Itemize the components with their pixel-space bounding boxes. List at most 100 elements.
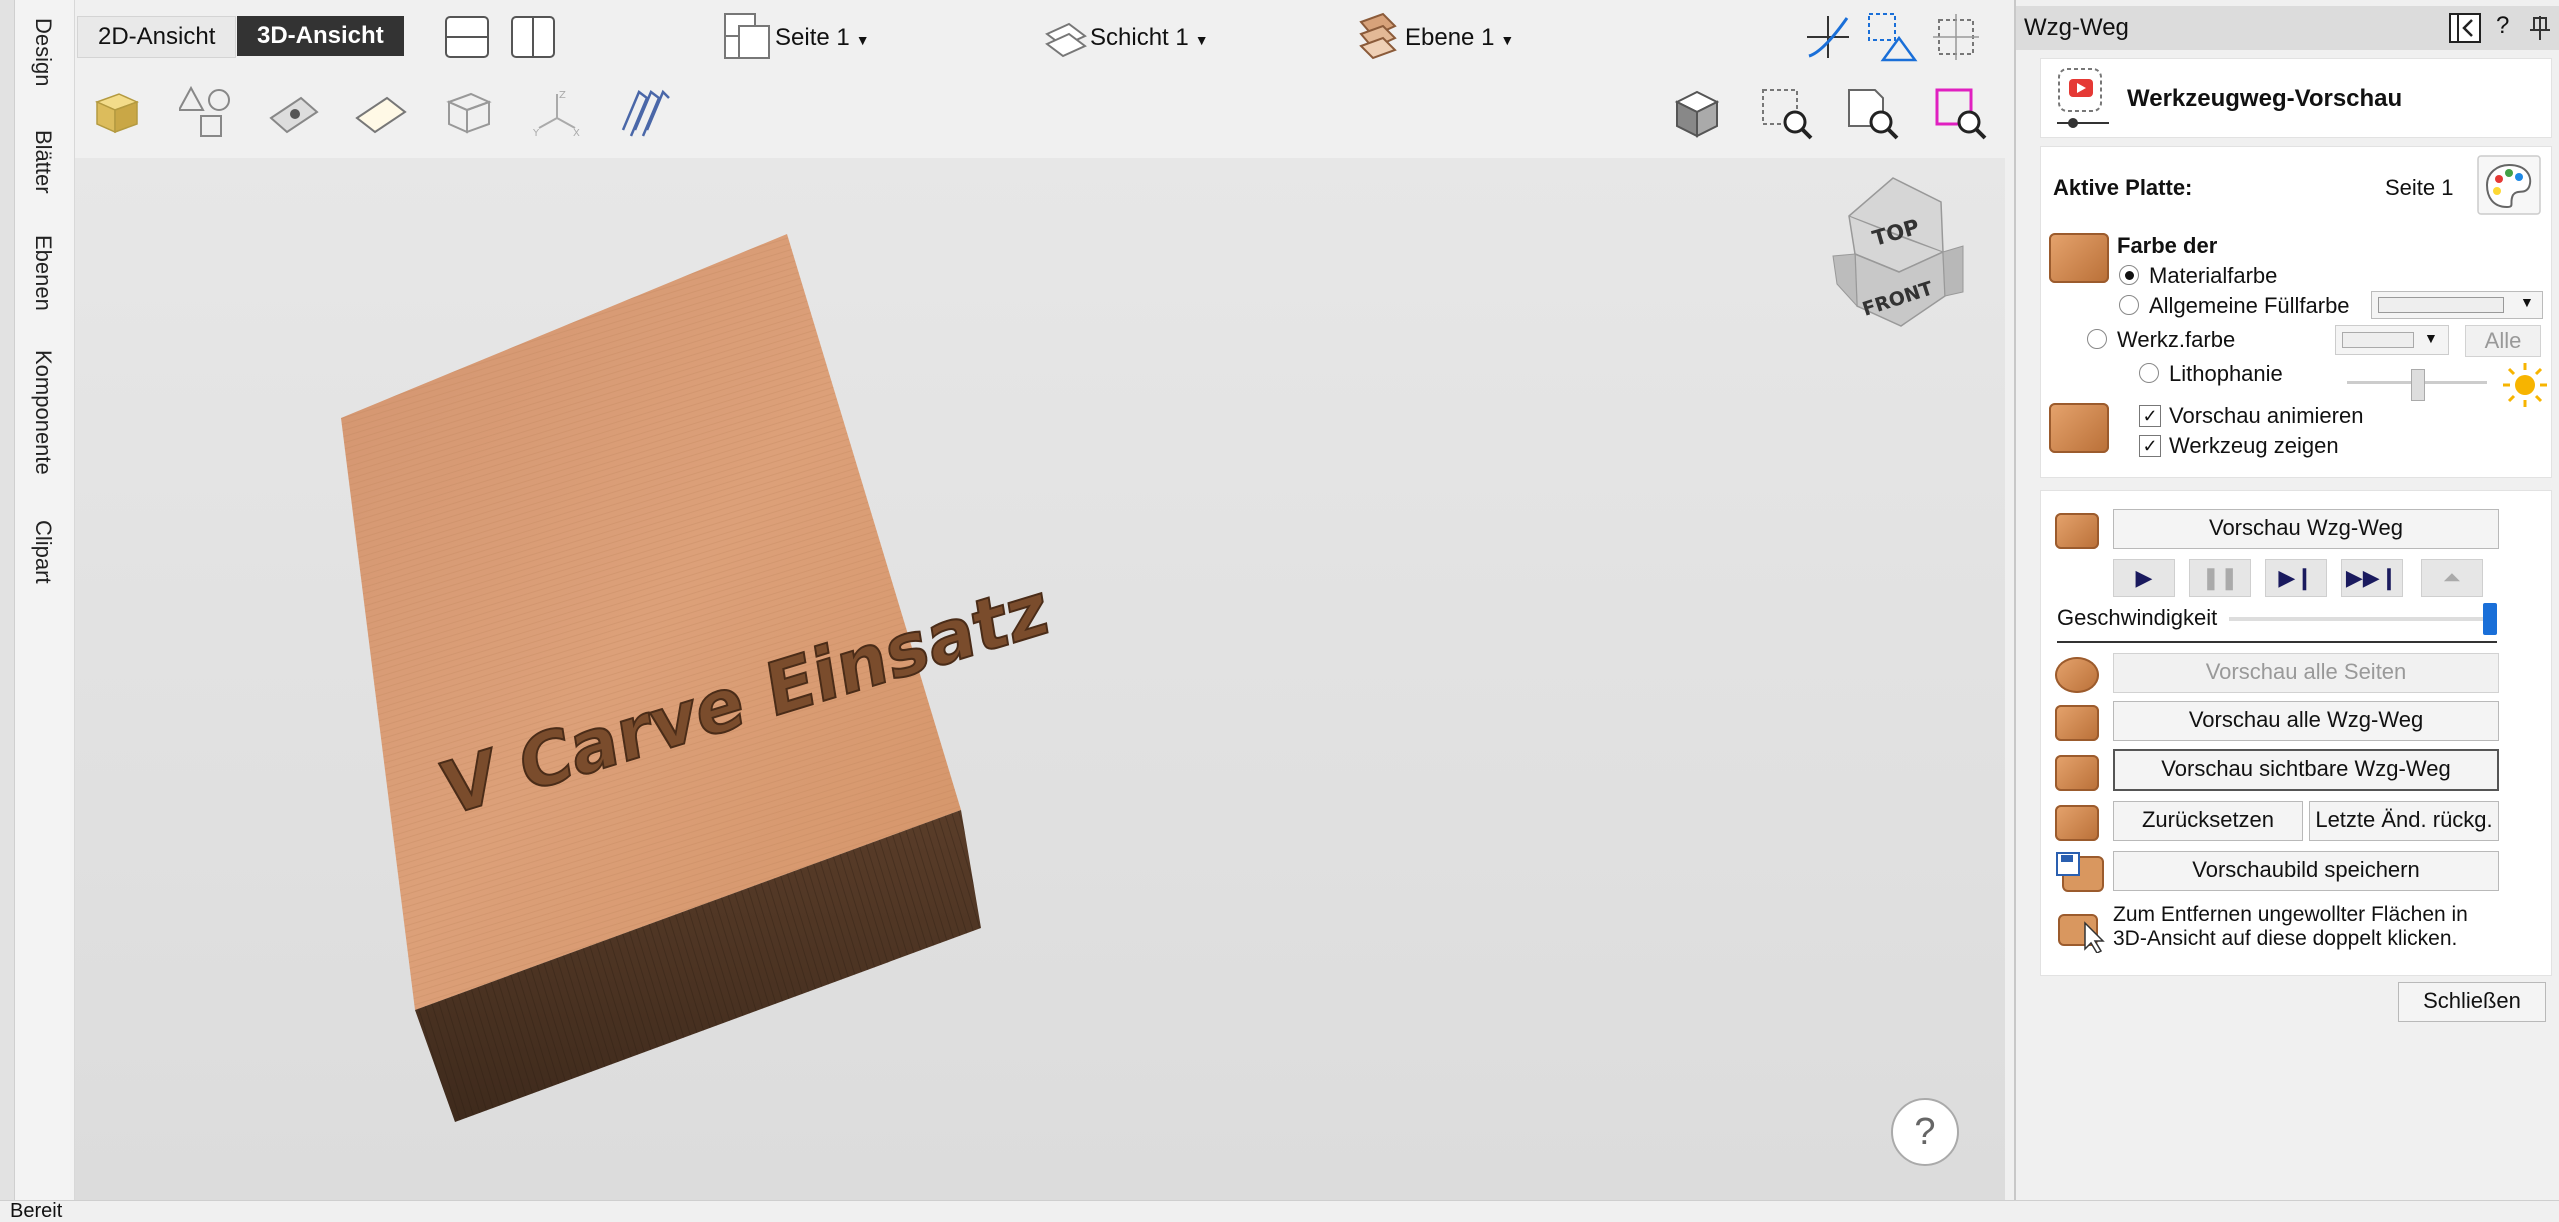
preview-all-sheets-button[interactable]: Vorschau alle Seiten (2113, 653, 2499, 693)
panel-header: Wzg-Weg ? (2016, 6, 2559, 50)
level-dropdown[interactable]: Ebene 1 ▼ (1405, 18, 1514, 58)
view-2d-button[interactable]: 2D-Ansicht (77, 16, 237, 58)
step-forward-button[interactable]: ▶❙ (2265, 559, 2327, 597)
heading-box: Werkzeugweg-Vorschau (2040, 58, 2552, 138)
svg-text:X: X (573, 128, 580, 139)
close-button[interactable]: Schließen (2398, 982, 2546, 1022)
layer-dropdown[interactable]: Schicht 1 ▼ (1090, 18, 1209, 58)
view-toolbar: Z Y X (75, 72, 2005, 158)
preview-all-toolpaths-button[interactable]: Vorschau alle Wzg-Weg (2113, 701, 2499, 741)
checkbox-animate[interactable]: ✓ (2139, 405, 2161, 427)
active-plate-label: Aktive Platte: (2053, 175, 2193, 200)
sun-icon (2503, 363, 2547, 407)
zoom-page-icon[interactable] (1845, 86, 1901, 142)
zoom-selected-object-icon[interactable] (1933, 86, 1989, 142)
color-options-box: Aktive Platte: Seite 1 Farbe der Materia… (2040, 146, 2552, 478)
toolpath-panel: Wzg-Weg ? Werkzeugweg-Vorschau Aktive Pl… (2014, 0, 2559, 1200)
chevron-down-icon: ▼ (2520, 294, 2534, 310)
tab-sheets[interactable]: Blätter (30, 130, 56, 194)
double-click-hint-icon (2058, 914, 2105, 953)
tab-design[interactable]: Design (30, 18, 56, 86)
skip-to-end-button[interactable]: ▶▶❙ (2341, 559, 2403, 597)
radio-tool-label: Werkz.farbe (2117, 327, 2236, 352)
wireframe-cube-icon[interactable] (441, 84, 497, 140)
radio-material-label: Materialfarbe (2149, 263, 2278, 288)
all-toolpaths-thumb (2055, 705, 2099, 741)
view-3d-button[interactable]: 3D-Ansicht (237, 16, 404, 56)
speed-slider-track[interactable] (2229, 617, 2497, 621)
panel-title: Wzg-Weg (2024, 14, 2129, 41)
checkbox-show-tool[interactable]: ✓ (2139, 435, 2161, 457)
toolpath-preview-thumb (2055, 513, 2099, 549)
layer-icon (1045, 22, 1087, 58)
save-preview-image-button[interactable]: Vorschaubild speichern (2113, 851, 2499, 891)
play-button[interactable]: ▶ (2113, 559, 2175, 597)
radio-material-color[interactable] (2119, 265, 2139, 285)
collapse-panel-icon[interactable] (2448, 12, 2482, 44)
radio-lithophane-label: Lithophanie (2169, 361, 2283, 386)
fill-color-select[interactable]: ▼ (2371, 291, 2543, 319)
divider (2057, 641, 2497, 643)
status-text: Bereit (10, 1200, 63, 1222)
fill-color-swatch (2378, 297, 2504, 313)
tab-components[interactable]: Komponente (30, 350, 56, 475)
svg-text:Y: Y (532, 128, 540, 139)
axes-icon[interactable]: Z Y X (529, 84, 585, 140)
level-icon (1359, 12, 1397, 60)
panel-help-icon[interactable]: ? (2496, 12, 2509, 40)
toolpath-preview-icon (2057, 68, 2109, 128)
chevron-down-icon: ▼ (1194, 32, 1209, 48)
transform-icon[interactable] (1865, 10, 1919, 64)
preview-visible-toolpaths-button[interactable]: Vorschau sichtbare Wzg-Weg (2113, 749, 2499, 791)
checkbox-animate-label: Vorschau animieren (2169, 403, 2364, 428)
preview-toolpath-button[interactable]: Vorschau Wzg-Weg (2113, 509, 2499, 549)
wood-block: V Carve Einsatz (341, 234, 1055, 1122)
zoom-selection-icon[interactable] (1759, 86, 1815, 142)
split-horizontal-icon[interactable] (443, 14, 491, 60)
rewind-top-button[interactable]: ⏶ (2421, 559, 2483, 597)
tool-color-select[interactable]: ▼ (2335, 325, 2449, 355)
plate-relief-icon[interactable] (265, 84, 321, 140)
help-button[interactable]: ? (1891, 1098, 1959, 1166)
toolpath-lines-icon[interactable] (617, 84, 673, 140)
view-down-icon[interactable] (1669, 86, 1725, 142)
tab-clipart[interactable]: Clipart (30, 520, 56, 584)
active-plate-value: Seite 1 (2385, 175, 2454, 200)
all-button[interactable]: Alle (2465, 325, 2541, 357)
reset-button[interactable]: Zurücksetzen (2113, 801, 2303, 841)
all-sheets-thumb (2055, 657, 2099, 693)
visible-toolpaths-thumb (2055, 755, 2099, 791)
actions-box: Vorschau Wzg-Weg ▶ ❚❚ ▶❙ ▶▶❙ ⏶ Geschwind… (2040, 490, 2552, 976)
top-toolbar: 2D-Ansicht 3D-Ansicht Seite 1 ▼ Schicht 1… (75, 0, 2005, 72)
pause-button[interactable]: ❚❚ (2189, 559, 2251, 597)
radio-lithophane[interactable] (2139, 363, 2159, 383)
radio-fill-color[interactable] (2119, 295, 2139, 315)
hint-line-1: Zum Entfernen ungewollter Flächen in (2113, 903, 2468, 926)
speed-slider-thumb[interactable] (2483, 603, 2497, 635)
left-tab-strip: Design Blätter Ebenen Komponente Clipart (0, 0, 75, 1200)
snap-icon[interactable] (1803, 12, 1853, 62)
reset-thumb (2055, 805, 2099, 841)
3d-viewport[interactable]: V Carve Einsatz TOP FRONT ? (75, 158, 2005, 1200)
grid-snap-icon[interactable] (1931, 12, 1981, 62)
left-edge (0, 0, 15, 1200)
chevron-down-icon: ▼ (2424, 330, 2438, 346)
undo-last-change-button[interactable]: Letzte Änd. rückg. (2309, 801, 2499, 841)
tool-color-swatch (2342, 332, 2414, 348)
solid-cube-icon[interactable] (89, 84, 145, 140)
sheet-dropdown[interactable]: Seite 1 ▼ (775, 18, 870, 58)
brightness-slider-thumb[interactable] (2411, 369, 2425, 401)
split-vertical-icon[interactable] (509, 14, 557, 60)
palette-icon[interactable] (2477, 155, 2541, 215)
material-color-icon (2049, 233, 2109, 283)
panel-heading: Werkzeugweg-Vorschau (2127, 85, 2403, 112)
tab-levels[interactable]: Ebenen (30, 235, 56, 311)
pin-icon[interactable] (2528, 14, 2552, 42)
view-cube[interactable]: TOP FRONT (1813, 166, 1983, 366)
radio-tool-color[interactable] (2087, 329, 2107, 349)
hint-line-2: 3D-Ansicht auf diese doppelt klicken. (2113, 927, 2458, 950)
plate-icon[interactable] (353, 84, 409, 140)
radio-fill-label: Allgemeine Füllfarbe (2149, 293, 2350, 318)
speed-label: Geschwindigkeit (2057, 605, 2218, 630)
shapes-icon[interactable] (179, 84, 235, 140)
